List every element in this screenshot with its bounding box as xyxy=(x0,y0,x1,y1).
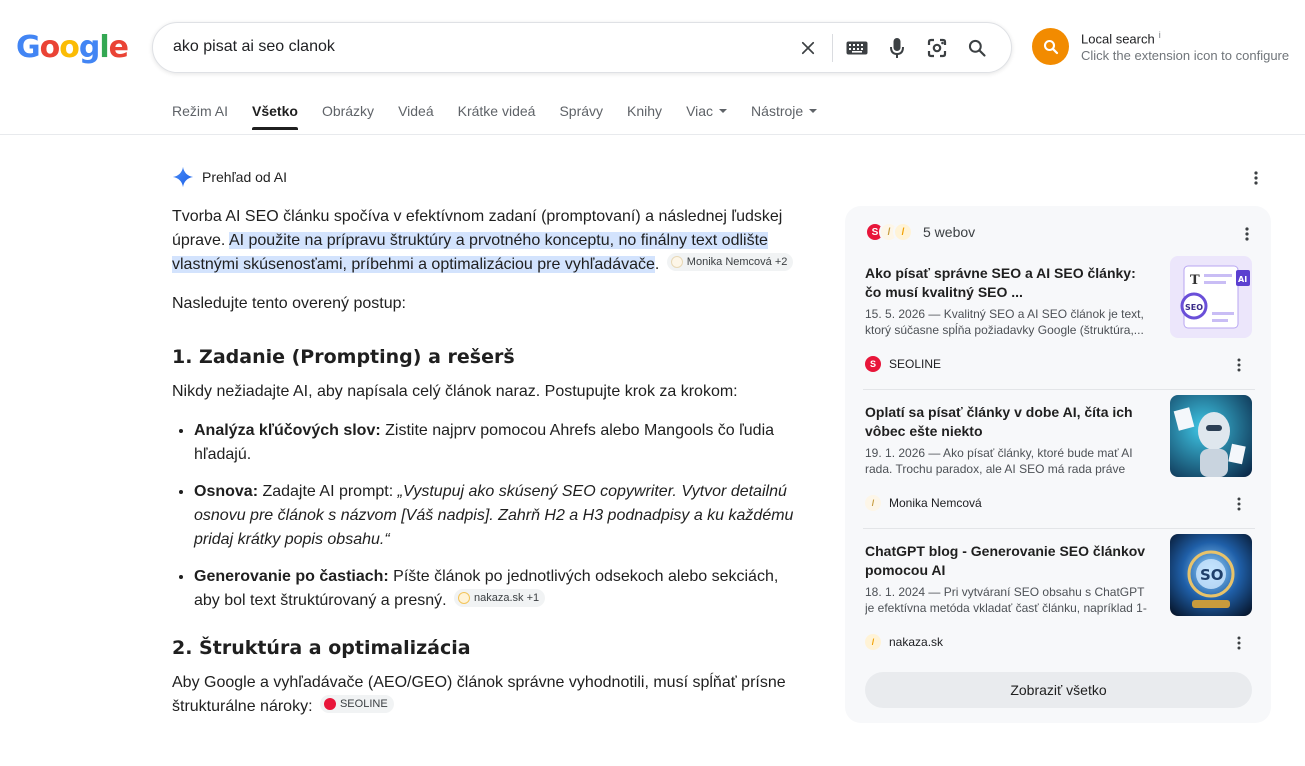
nakaza-favicon-icon: / xyxy=(865,634,881,650)
step-text: Zadajte AI prompt: xyxy=(258,483,398,500)
source-card-title[interactable]: ChatGPT blog - Generovanie SEO článkov p… xyxy=(865,542,1155,580)
clear-icon[interactable] xyxy=(788,28,828,68)
seoline-favicon-icon xyxy=(323,698,336,710)
source-chip-label: nakaza.sk +1 xyxy=(474,592,540,604)
ai-overview-title: Prehľad od AI xyxy=(202,169,288,185)
monika-favicon-icon xyxy=(670,256,683,268)
source-site[interactable]: S SEOLINE xyxy=(865,356,941,372)
nakaza-favicon-icon xyxy=(458,592,471,604)
ai-sparkle-icon xyxy=(172,166,194,188)
chevron-down-icon xyxy=(719,109,728,113)
seoline-favicon-icon: S xyxy=(865,356,881,372)
source-card-snippet: 18. 1. 2024 — Pri vytváraní SEO obsahu s… xyxy=(865,585,1147,615)
source-chip-label: SEOLINE xyxy=(339,698,388,710)
section-text: Aby Google a vyhľadávače (AEO/GEO) článo… xyxy=(172,671,797,719)
keyboard-icon[interactable] xyxy=(837,28,877,68)
tab-books[interactable]: Knihy xyxy=(627,103,662,129)
intro-end: . xyxy=(654,256,660,273)
monika-favicon-icon: / xyxy=(865,495,881,511)
search-divider xyxy=(832,33,833,62)
section-text: Nikdy nežiadajte AI, aby napísala celý č… xyxy=(172,383,738,400)
tab-tools[interactable]: Nástroje xyxy=(751,103,818,129)
section-heading: 1. Zadanie (Prompting) a rešerš xyxy=(172,346,515,368)
search-box[interactable]: ako pisat ai seo clanok xyxy=(152,22,1012,73)
more-options-icon[interactable] xyxy=(1237,497,1241,516)
svg-text:SEO: SEO xyxy=(1185,303,1203,312)
google-logo[interactable]: Google xyxy=(16,30,129,65)
tab-all[interactable]: Všetko xyxy=(252,103,298,130)
svg-text:T: T xyxy=(1190,273,1200,288)
tab-more[interactable]: Viac xyxy=(686,103,728,129)
extension-search-icon[interactable] xyxy=(1032,28,1069,65)
ai-overview-body: Tvorba AI SEO článku spočíva v efektívno… xyxy=(172,205,797,734)
tab-ai-mode[interactable]: Režim AI xyxy=(172,103,228,129)
search-icon[interactable] xyxy=(957,28,997,68)
list-item: Generovanie po častiach: Píšte článok po… xyxy=(194,565,797,613)
sources-header[interactable]: S / / 5 webov xyxy=(865,222,975,242)
lead-text: Nasledujte tento overený postup: xyxy=(172,295,406,312)
source-chip[interactable]: Monika Nemcová +2 xyxy=(666,253,794,271)
step-title: Analýza kľúčových slov: xyxy=(194,422,381,439)
more-options-icon[interactable] xyxy=(1254,170,1258,191)
source-card-title[interactable]: Oplatí sa písať články v dobe AI, číta i… xyxy=(865,403,1155,441)
tab-news[interactable]: Správy xyxy=(559,103,603,129)
nakaza-favicon-icon: / xyxy=(893,222,913,242)
more-options-icon[interactable] xyxy=(1237,636,1241,655)
step-title: Osnova: xyxy=(194,483,259,500)
tab-tools-label: Nástroje xyxy=(751,103,804,119)
svg-text:SO: SO xyxy=(1200,566,1224,584)
tab-images[interactable]: Obrázky xyxy=(322,103,374,129)
source-chip-label: Monika Nemcová +2 xyxy=(686,256,788,268)
microphone-icon[interactable] xyxy=(877,28,917,68)
source-thumbnail[interactable]: T SEO AI xyxy=(1170,256,1252,338)
source-thumbnail[interactable]: SO xyxy=(1170,534,1252,616)
source-site-name: Monika Nemcová xyxy=(889,496,982,510)
source-site-name: nakaza.sk xyxy=(889,635,944,649)
sources-panel: S / / 5 webov Ako písať správne SEO a AI… xyxy=(845,206,1271,723)
steps-list: Analýza kľúčových slov: Zistite najprv p… xyxy=(194,419,797,613)
tab-short-videos[interactable]: Krátke videá xyxy=(458,103,536,129)
extension-subtitle: Click the extension icon to configure xyxy=(1081,48,1290,64)
source-site-name: SEOLINE xyxy=(889,357,942,371)
tab-more-label: Viac xyxy=(686,103,714,119)
list-item: Osnova: Zadajte AI prompt: „Vystupuj ako… xyxy=(194,480,797,552)
tabs-divider xyxy=(0,134,1305,135)
lens-icon[interactable] xyxy=(917,28,957,68)
source-chip[interactable]: nakaza.sk +1 xyxy=(454,589,546,607)
chevron-down-icon xyxy=(809,109,818,113)
more-options-icon[interactable] xyxy=(1245,226,1249,247)
extension-title: Local search xyxy=(1081,31,1155,47)
intro-paragraph: Tvorba AI SEO článku spočíva v efektívno… xyxy=(172,205,797,277)
list-item: Analýza kľúčových slov: Zistite najprv p… xyxy=(194,419,797,467)
sources-count: 5 webov xyxy=(923,224,976,240)
source-card-title[interactable]: Ako písať správne SEO a AI SEO články: č… xyxy=(865,264,1155,302)
source-card-snippet: 15. 5. 2026 — Kvalitný SEO a AI SEO člán… xyxy=(865,307,1144,337)
search-tabs: Režim AI Všetko Obrázky Videá Krátke vid… xyxy=(172,103,841,130)
section-text-body: Aby Google a vyhľadávače (AEO/GEO) článo… xyxy=(172,674,786,715)
section-heading: 2. Štruktúra a optimalizácia xyxy=(172,637,471,659)
search-input[interactable]: ako pisat ai seo clanok xyxy=(173,38,335,56)
tab-videos[interactable]: Videá xyxy=(398,103,434,129)
show-all-button[interactable]: Zobraziť všetko xyxy=(865,672,1252,708)
card-divider xyxy=(863,389,1255,390)
source-site[interactable]: / Monika Nemcová xyxy=(865,495,982,511)
svg-text:AI: AI xyxy=(1238,275,1247,284)
ai-overview-header: Prehľad od AI xyxy=(172,166,287,188)
step-title: Generovanie po častiach: xyxy=(194,568,389,585)
source-card-snippet: 19. 1. 2026 — Ako písať články, ktoré bu… xyxy=(865,446,1133,476)
local-search-extension[interactable]: Local search i Click the extension icon t… xyxy=(1032,28,1289,65)
more-options-icon[interactable] xyxy=(1237,358,1241,377)
source-site[interactable]: / nakaza.sk xyxy=(865,634,943,650)
source-chip[interactable]: SEOLINE xyxy=(319,695,394,713)
info-icon[interactable]: i xyxy=(1159,30,1161,40)
source-thumbnail[interactable] xyxy=(1170,395,1252,477)
card-divider xyxy=(863,528,1255,529)
